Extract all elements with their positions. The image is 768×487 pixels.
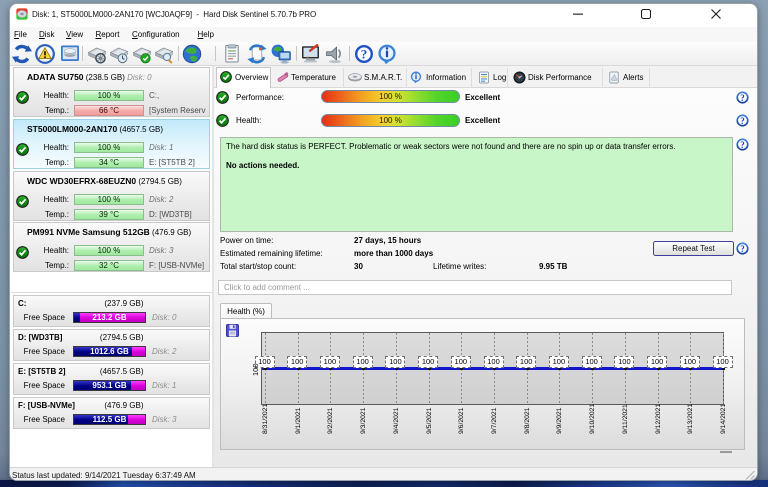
svg-text:?: ? [740,140,744,150]
svg-text:?: ? [740,244,744,254]
svg-text:?: ? [360,46,367,61]
svg-text:?: ? [740,116,744,126]
svg-text:?: ? [740,92,744,102]
